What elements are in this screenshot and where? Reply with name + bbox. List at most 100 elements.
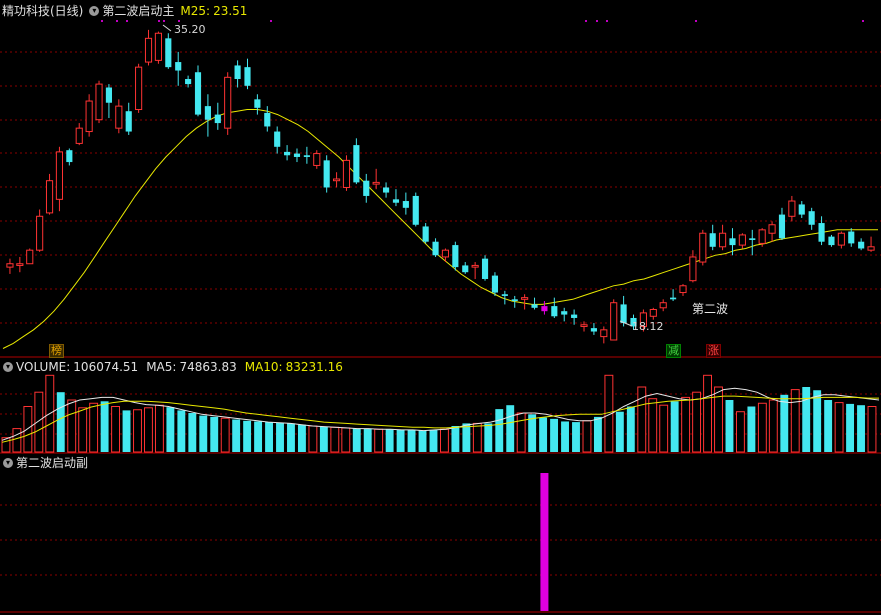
volume-bar — [757, 402, 767, 453]
volume-bar — [385, 429, 394, 452]
volume-bar — [111, 406, 121, 453]
candle-body — [491, 275, 499, 293]
candle-body — [85, 100, 93, 133]
candle-body — [6, 263, 14, 268]
volume-bars — [1, 374, 877, 453]
volume-bar — [330, 426, 340, 453]
candle-body — [481, 258, 489, 279]
volume-bar — [210, 416, 219, 452]
volume-bar — [188, 413, 197, 452]
candle-body — [224, 76, 232, 129]
chart-canvas: 35.20 18.12 第二波 — [0, 20, 881, 613]
volume-bar — [220, 417, 230, 453]
candle-body — [788, 200, 796, 217]
candle-body — [66, 150, 73, 163]
ma25-value: 23.51 — [213, 4, 248, 18]
candle-body — [571, 314, 578, 318]
volume-bar — [747, 406, 756, 452]
volume-value: 106074.51 — [73, 360, 139, 374]
volume-bar — [67, 399, 77, 453]
chevron-down-icon[interactable]: ▾ — [89, 6, 100, 16]
candle-body — [333, 178, 341, 182]
candle-body — [75, 127, 83, 144]
volume-bar — [615, 411, 624, 452]
volume-bar — [506, 405, 515, 452]
tag-zhang: 涨 — [706, 344, 721, 358]
candle-body — [561, 311, 568, 315]
volume-bar — [341, 427, 351, 453]
chevron-down-icon[interactable]: ▾ — [3, 458, 13, 468]
main-indicator-name[interactable]: 第二波启动主 — [102, 4, 174, 18]
volume-bar — [813, 390, 822, 452]
candle-body — [551, 306, 558, 317]
candle-body — [363, 180, 370, 196]
volume-bar — [572, 422, 580, 452]
candle-body — [452, 245, 459, 268]
tag-bang: 榜 — [49, 344, 64, 358]
volume-bar — [735, 411, 745, 453]
candle-body — [808, 211, 815, 225]
candle-body — [848, 231, 855, 244]
candle-body — [204, 106, 211, 120]
volume-bar — [539, 417, 548, 452]
volume-bar — [582, 420, 592, 453]
candle-body — [521, 297, 529, 300]
volume-bar — [867, 406, 877, 453]
candle-body — [353, 145, 360, 183]
volume-bar — [78, 407, 88, 453]
volume-bar — [725, 400, 734, 452]
candle-body — [274, 131, 281, 147]
candle-body — [828, 236, 835, 246]
volume-bar — [34, 391, 44, 453]
volume-bar — [89, 402, 99, 453]
ma10-value: 83231.16 — [285, 360, 343, 374]
candle-body — [382, 187, 390, 193]
volume-bar — [308, 425, 318, 453]
volume-bar — [23, 406, 33, 453]
candle-body — [778, 214, 786, 239]
volume-bar — [451, 426, 460, 452]
volume-bar — [528, 414, 537, 452]
volume-label: VOLUME: — [16, 360, 71, 374]
volume-bar — [12, 428, 22, 453]
volume-bar — [834, 402, 844, 453]
candle-body — [154, 32, 162, 61]
volume-bar — [780, 394, 789, 452]
volume-bar — [462, 423, 471, 452]
volume-bar — [287, 423, 295, 452]
candle-body — [402, 201, 409, 208]
volume-bar — [254, 421, 263, 452]
sub-panel-header: ▾ 第二波启动副 — [2, 456, 88, 470]
candle-body — [699, 232, 707, 263]
candle-body — [679, 285, 687, 294]
candle-body — [36, 215, 44, 251]
volume-bar — [396, 429, 405, 452]
candle-body — [254, 99, 261, 108]
candle-body — [709, 233, 716, 247]
volume-bar — [144, 407, 153, 453]
volume-bar — [154, 404, 164, 453]
candle-body — [432, 241, 439, 256]
ma25-polyline — [2, 109, 878, 349]
chevron-down-icon[interactable]: ▾ — [3, 362, 13, 372]
candle-body — [214, 114, 221, 124]
candle-body — [175, 62, 182, 71]
tag-jian: 减 — [666, 344, 681, 358]
candle-body — [234, 65, 241, 80]
candle-body — [422, 226, 429, 242]
volume-bar — [703, 374, 712, 453]
sub-indicator — [540, 473, 549, 611]
candle-body — [462, 265, 469, 273]
volume-bar — [374, 428, 384, 453]
volume-bar — [692, 391, 702, 453]
sub-indicator-name[interactable]: 第二波启动副 — [16, 456, 88, 470]
low-label: 18.12 — [632, 320, 664, 333]
volume-bar — [243, 420, 252, 452]
high-label: 35.20 — [174, 23, 206, 36]
volume-bar — [846, 403, 855, 452]
volume-bar — [177, 410, 186, 452]
candle-body — [659, 302, 667, 309]
candle-body — [293, 153, 301, 157]
volume-bar — [857, 405, 865, 452]
candle-body — [194, 72, 202, 115]
